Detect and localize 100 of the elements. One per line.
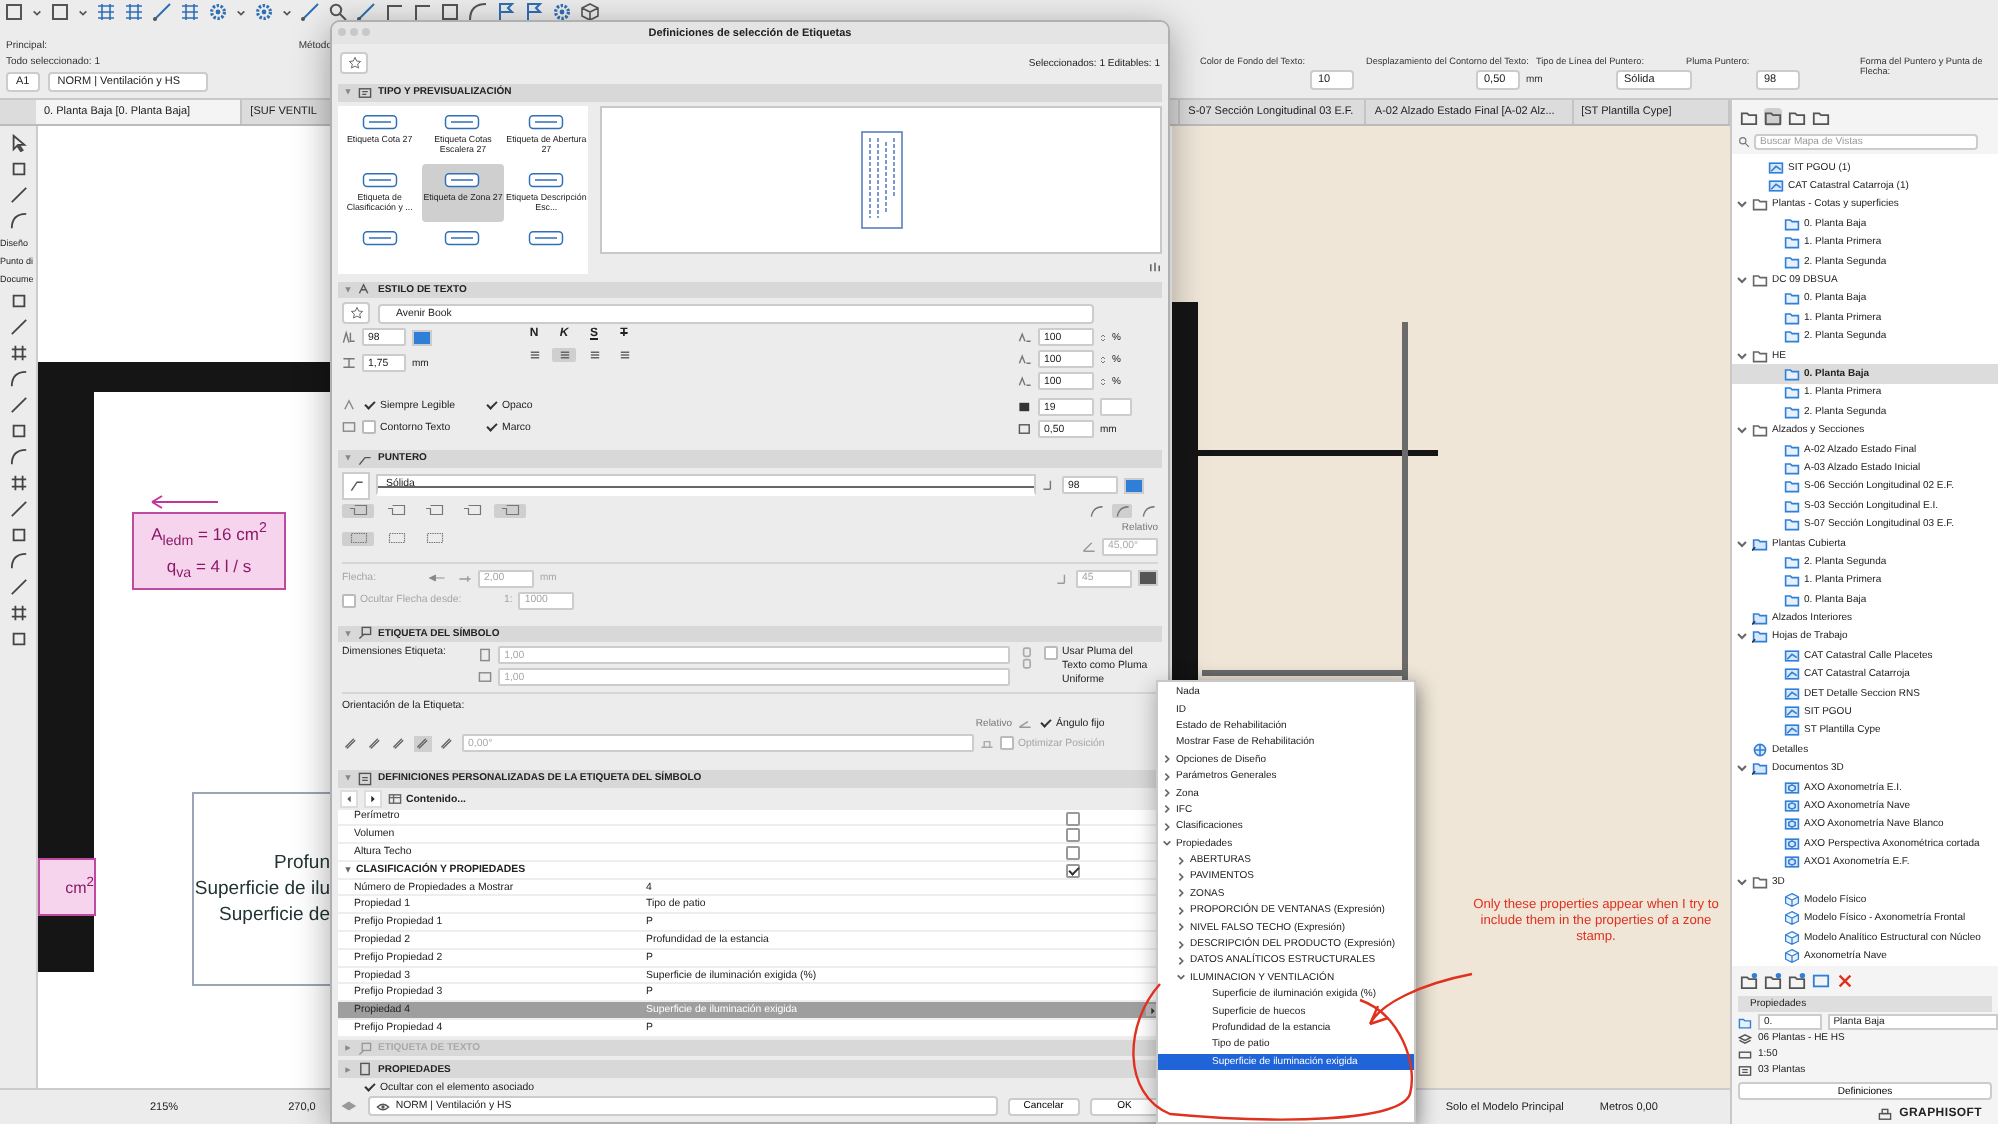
pointer-connection-button[interactable] — [342, 531, 374, 545]
alignment-icon — [527, 348, 541, 362]
next-button[interactable] — [364, 790, 382, 808]
arc-tool-icon[interactable] — [468, 2, 488, 22]
rotated-text-icon — [344, 736, 358, 751]
eye-icon — [375, 1099, 390, 1114]
label-preview-drawing — [859, 129, 903, 229]
label-type-icon — [357, 111, 402, 133]
alignment-icon — [617, 348, 631, 362]
folder-icon[interactable] — [1740, 107, 1758, 125]
line-tool-icon[interactable] — [356, 2, 376, 22]
angle-icon — [1082, 539, 1096, 553]
disclosure-icon[interactable] — [1736, 349, 1748, 362]
label-type-icon — [440, 111, 485, 133]
text-scale-icon — [1018, 352, 1032, 366]
magnifier-icon[interactable] — [328, 2, 348, 22]
disclosure-icon[interactable] — [1736, 630, 1748, 643]
pen-color-swatch[interactable] — [412, 329, 432, 345]
pointer-type-button[interactable] — [342, 471, 370, 499]
position-icon — [980, 736, 994, 751]
disclosure-icon[interactable] — [1736, 198, 1748, 211]
disclosure-icon[interactable] — [344, 865, 352, 874]
square-icon[interactable] — [440, 2, 460, 22]
checkbox[interactable] — [1066, 828, 1080, 843]
printer-icon[interactable] — [1877, 1107, 1892, 1121]
orientation-button[interactable] — [390, 735, 408, 752]
square-icon[interactable] — [4, 2, 24, 22]
text-block-icon — [423, 532, 445, 544]
gear-icon[interactable] — [552, 2, 572, 22]
grid-icon[interactable] — [124, 2, 144, 22]
delete-icon[interactable] — [1836, 971, 1854, 989]
frame-pen-icon — [1018, 400, 1032, 414]
folder-icon — [1752, 873, 1768, 890]
tool-icon[interactable] — [9, 474, 27, 492]
disclosure-icon[interactable] — [1736, 424, 1748, 437]
tool-icon[interactable] — [9, 344, 27, 362]
pointer-shape-button[interactable] — [494, 503, 526, 517]
model-view-icon — [1738, 1063, 1752, 1077]
label-type-icon — [524, 111, 569, 133]
new-view-icon[interactable] — [1764, 971, 1782, 989]
rotated-text-icon — [416, 736, 430, 751]
pointer-curve-button[interactable] — [1112, 503, 1132, 517]
star-icon — [349, 306, 363, 320]
arrowhead-icon — [425, 572, 447, 584]
orientation-button[interactable] — [438, 735, 456, 752]
label-type-icon — [357, 227, 402, 249]
disclosure-icon[interactable] — [1736, 875, 1748, 888]
grid-icon[interactable] — [96, 2, 116, 22]
orientation-button[interactable] — [366, 735, 384, 752]
window-icon[interactable] — [1812, 971, 1830, 989]
gear-icon[interactable] — [254, 2, 274, 22]
text-outline-icon — [342, 420, 356, 434]
rotated-text-icon — [392, 736, 406, 751]
search-icon — [1738, 135, 1750, 147]
alignment-button[interactable] — [552, 348, 576, 362]
disclosure-icon[interactable] — [1736, 762, 1748, 775]
text-block-icon — [385, 532, 407, 544]
pen-color-swatch[interactable] — [1100, 398, 1132, 416]
label-icon — [358, 1041, 372, 1056]
tool-icon[interactable] — [9, 630, 27, 648]
square-icon[interactable] — [50, 2, 70, 22]
rotated-text-icon — [368, 736, 382, 751]
checkbox[interactable] — [1066, 846, 1080, 861]
pointer-shape-button[interactable] — [342, 503, 374, 517]
grid-icon[interactable] — [180, 2, 200, 22]
disclosure-icon — [344, 285, 352, 294]
folder-icon[interactable] — [1764, 107, 1782, 125]
checkbox[interactable] — [1066, 863, 1080, 878]
label-icon — [358, 85, 372, 100]
text-scale-icon — [1018, 374, 1032, 388]
linked-folder-icon — [1752, 760, 1768, 777]
orientation-button[interactable] — [414, 735, 432, 752]
previous-button[interactable] — [340, 790, 358, 808]
favorites-button[interactable] — [342, 302, 370, 324]
room-text: Profun — [274, 852, 330, 874]
frame-offset-icon — [1018, 422, 1032, 436]
table-icon — [388, 792, 402, 806]
cube-icon[interactable] — [580, 2, 600, 22]
height-icon — [478, 648, 493, 662]
disclosure-icon — [344, 454, 352, 463]
checkbox[interactable] — [1066, 811, 1080, 825]
line-tool-icon[interactable] — [300, 2, 320, 22]
disclosure-icon[interactable] — [1736, 537, 1748, 549]
disclosure-icon[interactable] — [1736, 274, 1748, 287]
preview-options-icon[interactable] — [1148, 259, 1162, 273]
line-tool-icon[interactable] — [152, 2, 172, 22]
label-type-icon — [440, 227, 485, 249]
disclosure-icon — [344, 88, 352, 97]
new-view-icon[interactable] — [1740, 971, 1758, 989]
folder-icon — [1752, 347, 1768, 364]
pen-color-swatch[interactable] — [1124, 477, 1144, 493]
orientation-button[interactable] — [342, 735, 360, 752]
pen-color-swatch[interactable] — [1138, 570, 1158, 586]
favorites-button[interactable] — [340, 52, 368, 74]
ruler-icon — [1738, 1047, 1752, 1061]
gear-icon[interactable] — [208, 2, 228, 22]
zone-stamp-text: A$_{ledm}$ = 16 cm$^{2}$ — [151, 520, 267, 550]
new-view-icon[interactable] — [1788, 971, 1806, 989]
tool-icon[interactable] — [9, 604, 27, 622]
left-arrow-icon — [344, 794, 354, 804]
